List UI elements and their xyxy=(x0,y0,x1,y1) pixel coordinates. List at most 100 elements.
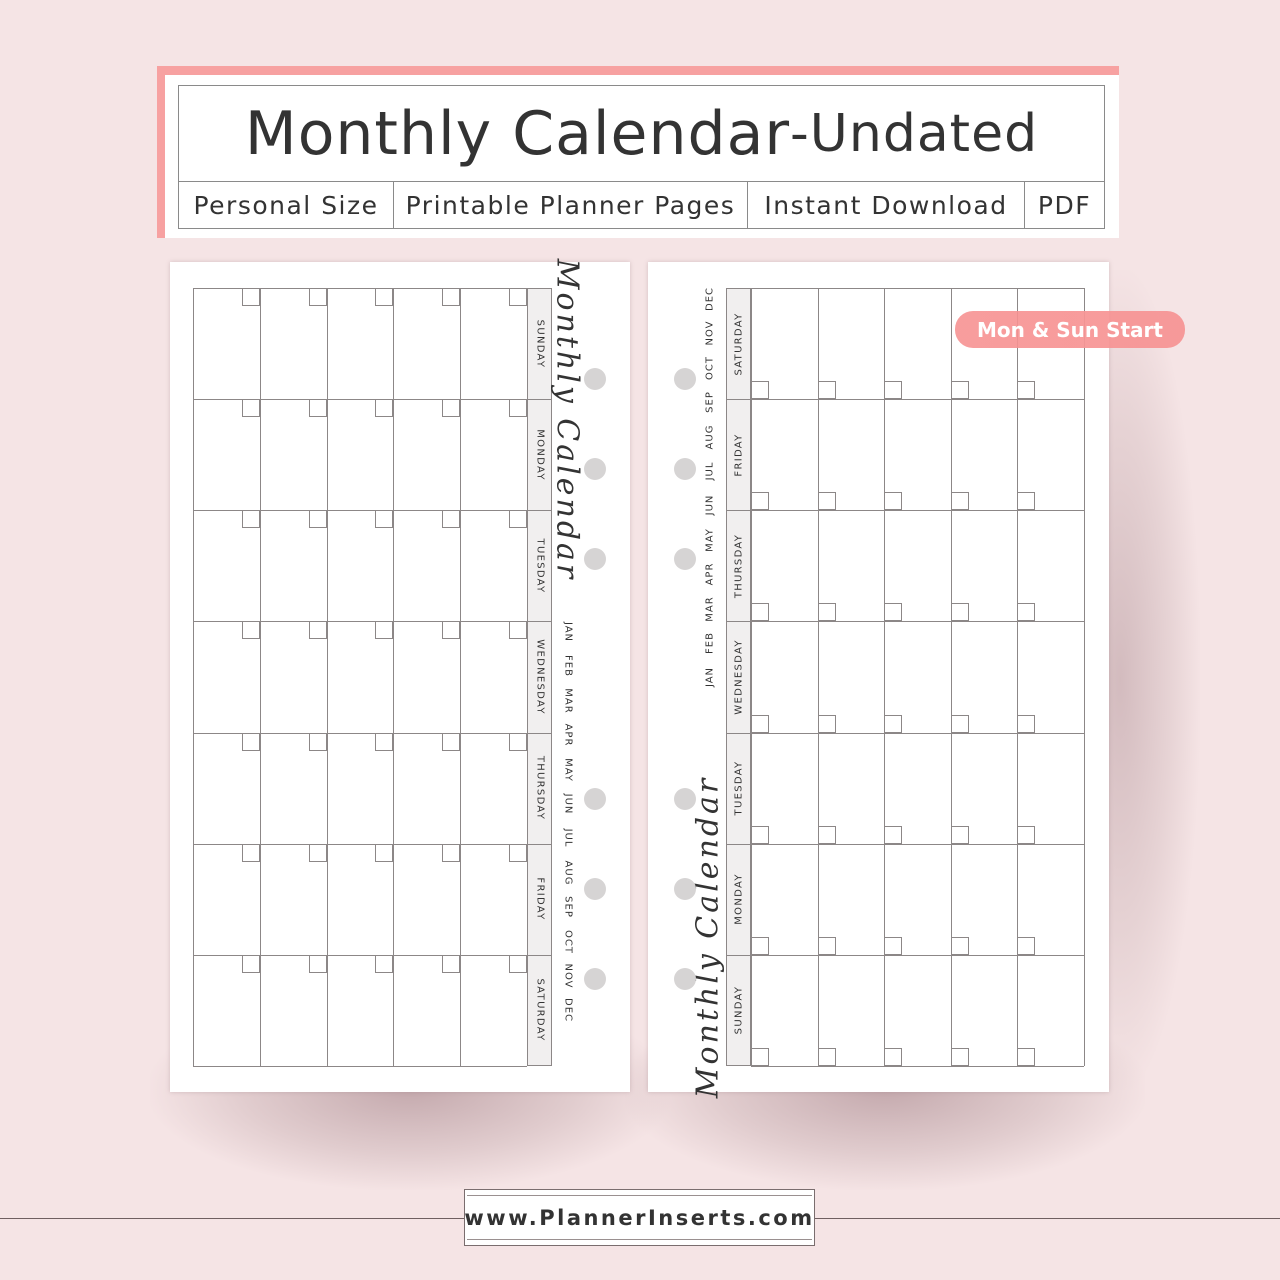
date-number-box[interactable] xyxy=(308,510,327,529)
date-number-box[interactable] xyxy=(1017,603,1036,622)
date-number-box[interactable] xyxy=(509,954,527,973)
date-number-box[interactable] xyxy=(1017,714,1036,733)
date-number-box[interactable] xyxy=(375,954,394,973)
month-label[interactable]: JAN xyxy=(563,622,574,642)
month-label[interactable]: JAN xyxy=(705,667,716,687)
date-number-box[interactable] xyxy=(375,621,394,640)
date-number-box[interactable] xyxy=(884,936,903,955)
date-number-box[interactable] xyxy=(751,1048,769,1066)
month-label[interactable]: APR xyxy=(563,724,574,747)
date-number-box[interactable] xyxy=(308,843,327,862)
date-number-box[interactable] xyxy=(817,492,836,511)
month-label[interactable]: APR xyxy=(705,563,716,586)
date-number-box[interactable] xyxy=(509,732,527,751)
month-label[interactable]: MAR xyxy=(705,596,716,621)
date-number-box[interactable] xyxy=(950,714,969,733)
date-number-box[interactable] xyxy=(884,1048,903,1066)
date-number-box[interactable] xyxy=(884,825,903,844)
date-number-box[interactable] xyxy=(375,399,394,418)
date-number-box[interactable] xyxy=(241,732,260,751)
date-number-box[interactable] xyxy=(442,621,461,640)
date-number-box[interactable] xyxy=(950,936,969,955)
month-label[interactable]: MAY xyxy=(563,758,574,782)
date-number-box[interactable] xyxy=(1017,381,1036,400)
date-number-box[interactable] xyxy=(884,381,903,400)
date-number-box[interactable] xyxy=(950,825,969,844)
date-number-box[interactable] xyxy=(241,288,260,306)
strip-row-line xyxy=(726,732,751,734)
date-number-box[interactable] xyxy=(751,936,769,955)
date-number-box[interactable] xyxy=(950,492,969,511)
date-number-box[interactable] xyxy=(817,714,836,733)
date-number-box[interactable] xyxy=(509,399,527,418)
date-number-box[interactable] xyxy=(375,843,394,862)
date-number-box[interactable] xyxy=(442,288,461,306)
date-number-box[interactable] xyxy=(241,510,260,529)
date-number-box[interactable] xyxy=(509,510,527,529)
month-label[interactable]: FEB xyxy=(705,632,716,654)
date-number-box[interactable] xyxy=(241,621,260,640)
date-number-box[interactable] xyxy=(884,603,903,622)
date-number-box[interactable] xyxy=(375,732,394,751)
month-label[interactable]: DEC xyxy=(705,287,716,311)
month-label[interactable]: JUL xyxy=(563,829,574,848)
month-label[interactable]: MAR xyxy=(563,688,574,713)
month-label[interactable]: NOV xyxy=(563,963,574,988)
date-number-box[interactable] xyxy=(241,399,260,418)
month-label[interactable]: JUL xyxy=(705,462,716,481)
footer-website-box[interactable]: www.PlannerInserts.com xyxy=(464,1189,815,1246)
date-number-box[interactable] xyxy=(751,381,769,400)
date-number-box[interactable] xyxy=(442,843,461,862)
date-number-box[interactable] xyxy=(817,381,836,400)
date-number-box[interactable] xyxy=(751,825,769,844)
month-label[interactable]: AUG xyxy=(705,424,716,449)
date-number-box[interactable] xyxy=(950,381,969,400)
day-label: SUNDAY xyxy=(733,986,744,1035)
month-label[interactable]: JUN xyxy=(705,495,716,516)
date-number-box[interactable] xyxy=(375,288,394,306)
date-number-box[interactable] xyxy=(509,621,527,640)
month-label[interactable]: MAY xyxy=(705,528,716,552)
date-number-box[interactable] xyxy=(241,843,260,862)
month-label[interactable]: FEB xyxy=(563,655,574,677)
date-number-box[interactable] xyxy=(751,714,769,733)
date-number-box[interactable] xyxy=(950,1048,969,1066)
date-number-box[interactable] xyxy=(509,843,527,862)
date-number-box[interactable] xyxy=(308,288,327,306)
month-label[interactable]: NOV xyxy=(705,321,716,346)
date-number-box[interactable] xyxy=(308,732,327,751)
date-number-box[interactable] xyxy=(1017,825,1036,844)
website-link[interactable]: www.PlannerInserts.com xyxy=(464,1190,814,1245)
date-number-box[interactable] xyxy=(884,492,903,511)
badge-label: Mon & Sun Start xyxy=(977,317,1163,342)
date-number-box[interactable] xyxy=(1017,936,1036,955)
date-number-box[interactable] xyxy=(509,288,527,306)
date-number-box[interactable] xyxy=(884,714,903,733)
date-number-box[interactable] xyxy=(442,954,461,973)
date-number-box[interactable] xyxy=(241,954,260,973)
month-label[interactable]: JUN xyxy=(563,794,574,815)
date-number-box[interactable] xyxy=(950,603,969,622)
date-number-box[interactable] xyxy=(442,732,461,751)
date-number-box[interactable] xyxy=(751,492,769,511)
date-number-box[interactable] xyxy=(817,1048,836,1066)
date-number-box[interactable] xyxy=(751,603,769,622)
month-label[interactable]: SEP xyxy=(705,391,716,413)
date-number-box[interactable] xyxy=(308,621,327,640)
date-number-box[interactable] xyxy=(375,510,394,529)
date-number-box[interactable] xyxy=(817,936,836,955)
day-label: FRIDAY xyxy=(534,877,545,921)
month-label[interactable]: OCT xyxy=(563,930,574,954)
month-label[interactable]: DEC xyxy=(563,998,574,1022)
date-number-box[interactable] xyxy=(308,954,327,973)
date-number-box[interactable] xyxy=(442,399,461,418)
date-number-box[interactable] xyxy=(1017,1048,1036,1066)
date-number-box[interactable] xyxy=(817,603,836,622)
date-number-box[interactable] xyxy=(442,510,461,529)
month-label[interactable]: AUG xyxy=(563,860,574,885)
date-number-box[interactable] xyxy=(817,825,836,844)
date-number-box[interactable] xyxy=(308,399,327,418)
month-label[interactable]: OCT xyxy=(705,356,716,380)
date-number-box[interactable] xyxy=(1017,492,1036,511)
month-label[interactable]: SEP xyxy=(563,896,574,918)
